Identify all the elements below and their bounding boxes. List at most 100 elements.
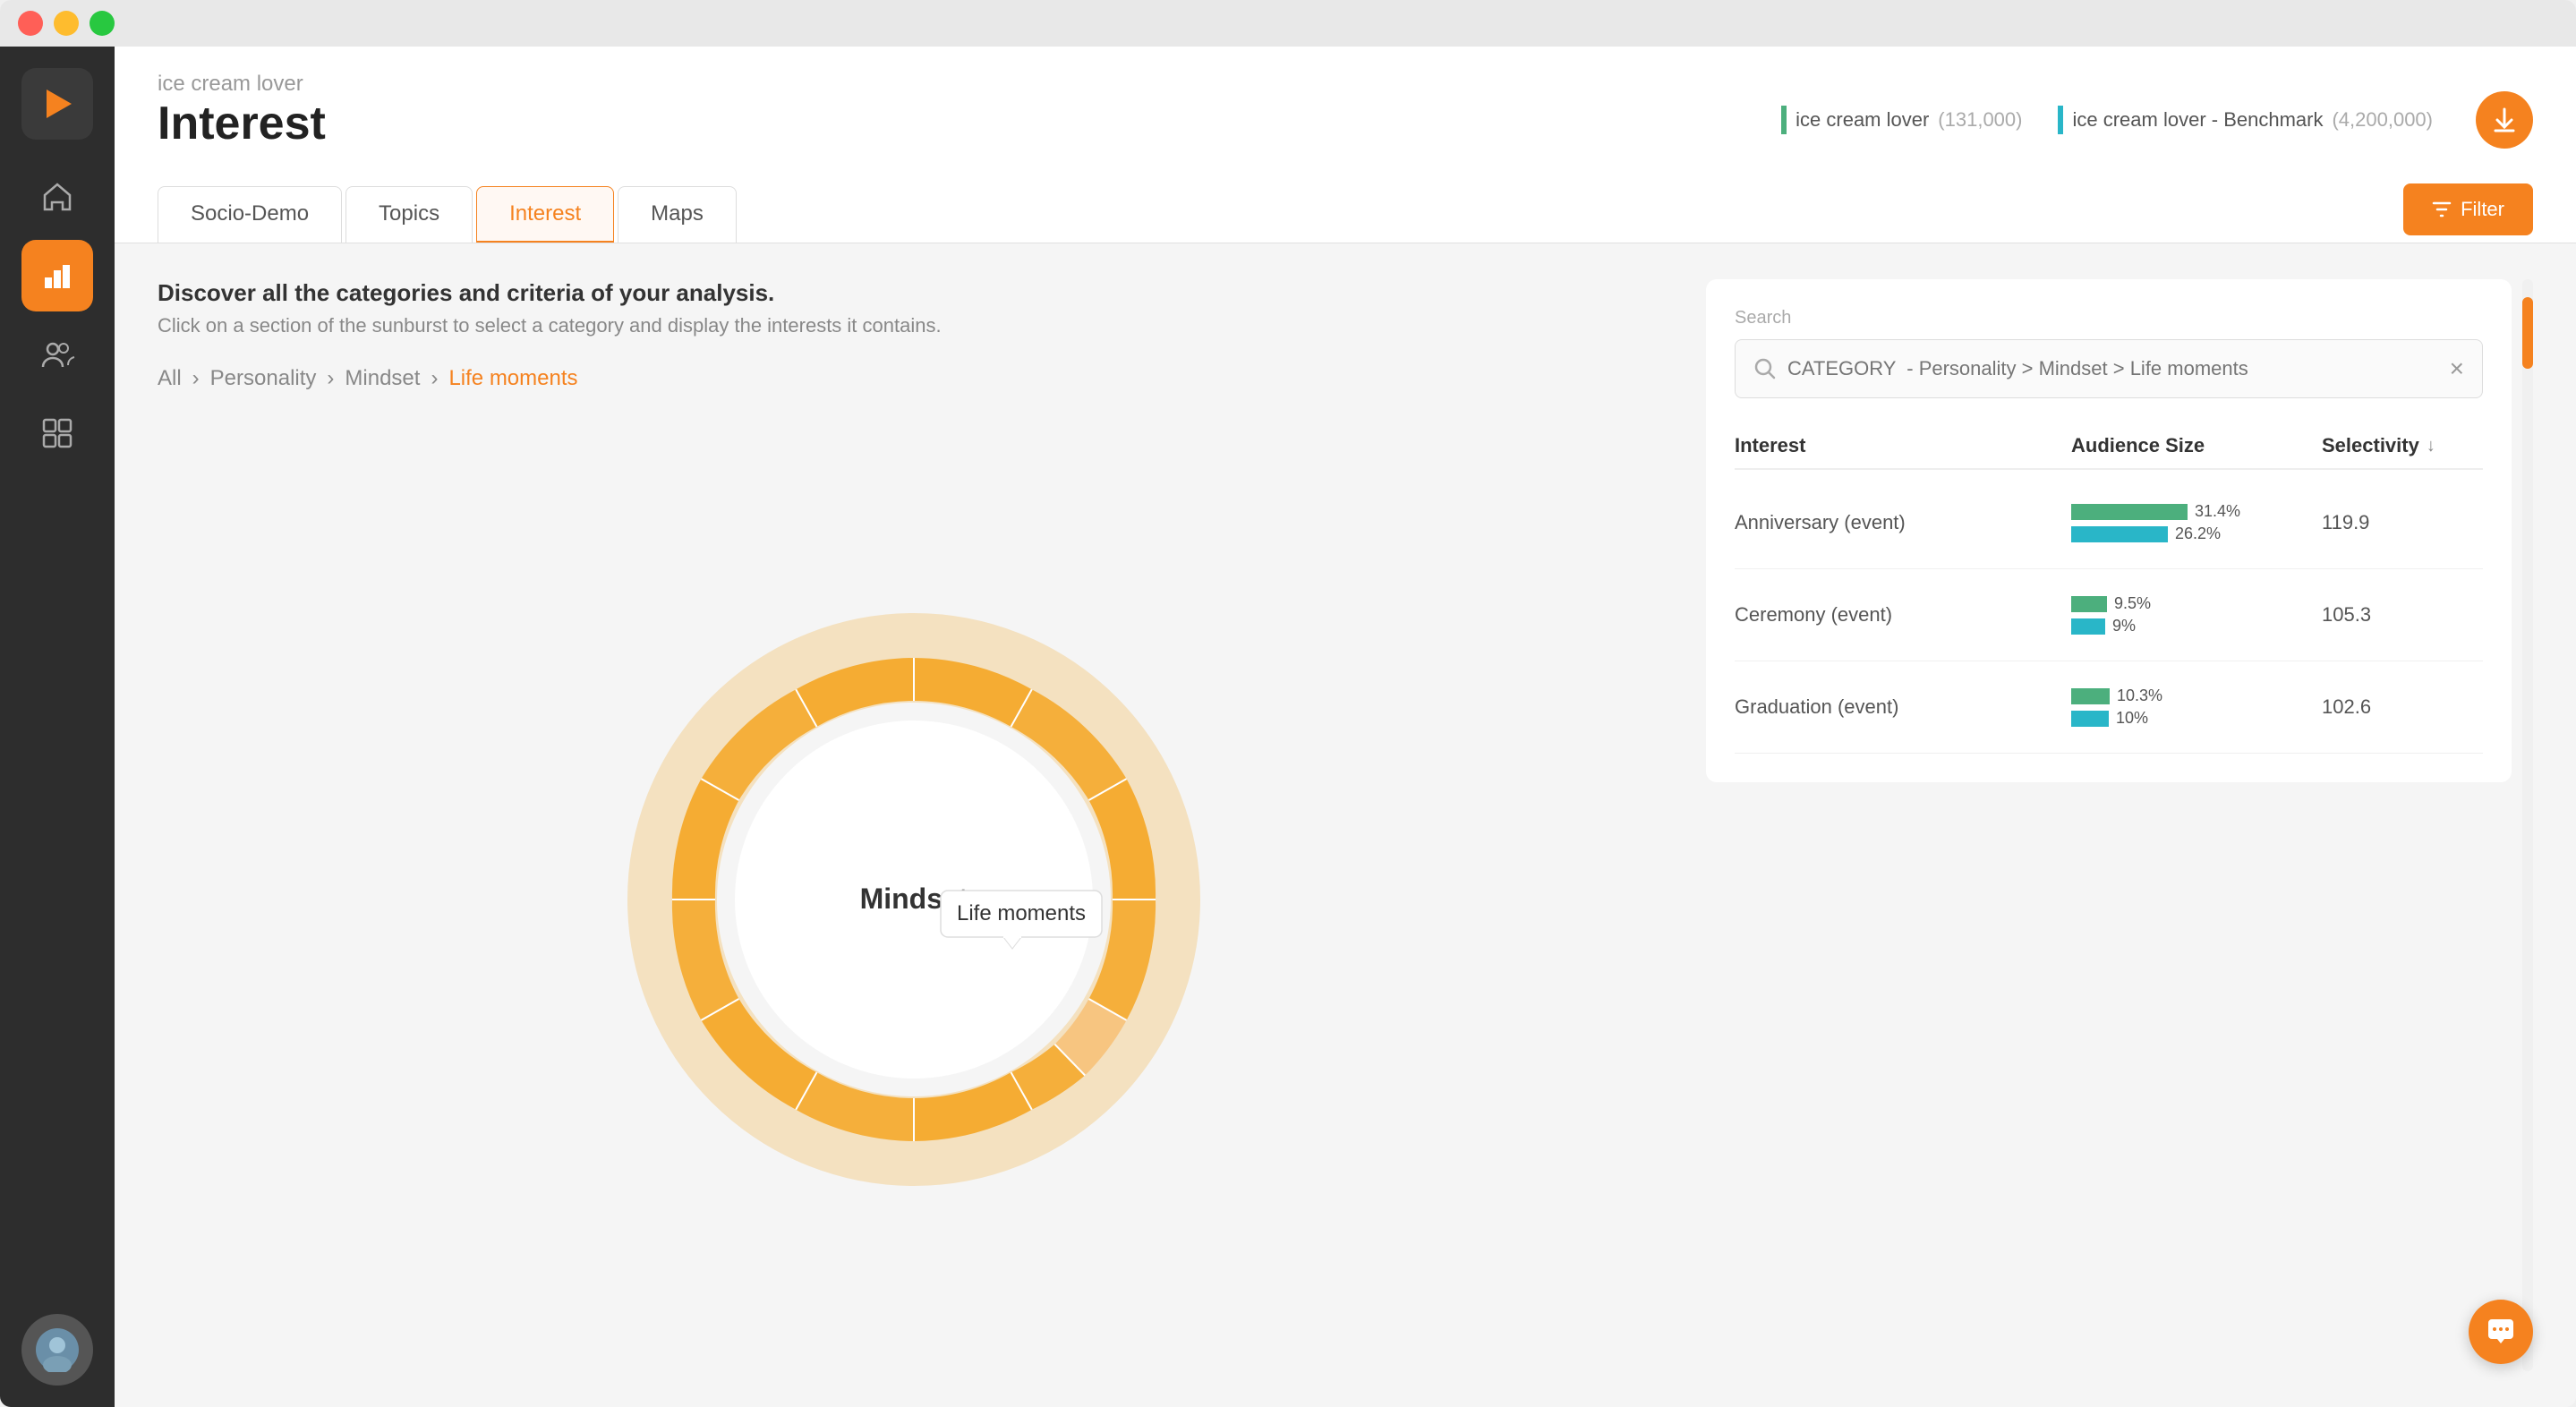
breadcrumb-nav: All › Personality › Mindset › Life momen… bbox=[158, 366, 1670, 391]
table-row: Ceremony (event) 9.5% 9% bbox=[1735, 569, 2483, 661]
bar-teal-1 bbox=[2071, 526, 2168, 542]
filter-label: Filter bbox=[2461, 198, 2504, 221]
row-2-interest: Ceremony (event) bbox=[1735, 603, 2071, 627]
table-header: Interest Audience Size Selectivity ↓ bbox=[1735, 423, 2483, 470]
audience-bars-2: 9.5% 9% bbox=[2071, 594, 2322, 635]
bar-wrapper-2-1: 9.5% bbox=[2071, 594, 2322, 613]
sidebar-item-layout[interactable] bbox=[21, 397, 93, 469]
legend: ice cream lover (131,000) ice cream love… bbox=[1781, 106, 2433, 134]
maximize-button[interactable] bbox=[90, 11, 115, 36]
header-right: ice cream lover (131,000) ice cream love… bbox=[1781, 91, 2533, 149]
col-header-interest: Interest bbox=[1735, 434, 2071, 457]
left-panel: Discover all the categories and criteria… bbox=[158, 279, 1670, 1371]
sidebar-item-analytics[interactable] bbox=[21, 240, 93, 311]
sidebar-item-users[interactable] bbox=[21, 319, 93, 390]
sidebar-item-home[interactable] bbox=[21, 161, 93, 233]
description-subtext: Click on a section of the sunburst to se… bbox=[158, 314, 1670, 337]
content-area: Discover all the categories and criteria… bbox=[115, 243, 2576, 1407]
legend-count-1: (131,000) bbox=[1938, 108, 2022, 132]
search-clear-button[interactable]: × bbox=[2450, 354, 2464, 383]
description-heading: Discover all the categories and criteria… bbox=[158, 279, 1670, 307]
table-row: Graduation (event) 10.3% 10% bbox=[1735, 661, 2483, 754]
layout-icon bbox=[39, 415, 75, 451]
tabs-row: Socio-Demo Topics Interest Maps Filter bbox=[158, 179, 2533, 243]
bar-wrapper-1-1: 31.4% bbox=[2071, 502, 2322, 521]
filter-button[interactable]: Filter bbox=[2403, 183, 2533, 235]
legend-bar-teal bbox=[2058, 106, 2063, 134]
breadcrumb: ice cream lover bbox=[158, 72, 326, 97]
right-panel: Search × Interest Audience Size bbox=[1706, 279, 2512, 782]
header-left: ice cream lover Interest bbox=[158, 72, 326, 168]
legend-label-1: ice cream lover bbox=[1796, 108, 1929, 132]
legend-count-2: (4,200,000) bbox=[2332, 108, 2433, 132]
breadcrumb-mindset[interactable]: Mindset bbox=[345, 366, 420, 391]
search-bar[interactable]: × bbox=[1735, 339, 2483, 398]
row-1-audience: 31.4% 26.2% bbox=[2071, 502, 2322, 543]
row-1-selectivity: 119.9 bbox=[2322, 511, 2483, 534]
sidebar-logo[interactable] bbox=[21, 68, 93, 140]
selectivity-val-1: 119.9 bbox=[2322, 511, 2369, 534]
breadcrumb-personality[interactable]: Personality bbox=[210, 366, 317, 391]
legend-label-2: ice cream lover - Benchmark bbox=[2072, 108, 2323, 132]
row-3-interest: Graduation (event) bbox=[1735, 695, 2071, 719]
selectivity-val-3: 102.6 bbox=[2322, 695, 2371, 719]
bar-green-3 bbox=[2071, 688, 2110, 704]
bar-label-3-1: 10.3% bbox=[2117, 686, 2162, 705]
page-title: Interest bbox=[158, 97, 326, 150]
sort-icon: ↓ bbox=[2427, 436, 2435, 456]
scrollbar-thumb[interactable] bbox=[2522, 297, 2533, 369]
search-label: Search bbox=[1735, 308, 2483, 328]
home-icon bbox=[39, 179, 75, 215]
results-table: Interest Audience Size Selectivity ↓ Ann… bbox=[1735, 423, 2483, 754]
bar-label-2-1: 9.5% bbox=[2114, 594, 2151, 613]
col-header-selectivity[interactable]: Selectivity ↓ bbox=[2322, 434, 2483, 457]
app-body: ice cream lover Interest ice cream lover… bbox=[0, 47, 2576, 1407]
users-icon bbox=[39, 337, 75, 372]
tab-socio-demo[interactable]: Socio-Demo bbox=[158, 186, 342, 243]
chat-icon bbox=[2485, 1316, 2517, 1348]
legend-item-1: ice cream lover (131,000) bbox=[1781, 106, 2022, 134]
chat-button[interactable] bbox=[2469, 1300, 2533, 1364]
audience-bars-1: 31.4% 26.2% bbox=[2071, 502, 2322, 543]
row-1-interest: Anniversary (event) bbox=[1735, 511, 2071, 534]
breadcrumb-arrow-3: › bbox=[431, 366, 438, 391]
breadcrumb-life-moments[interactable]: Life moments bbox=[448, 366, 577, 391]
bar-chart-icon bbox=[39, 258, 75, 294]
breadcrumb-all[interactable]: All bbox=[158, 366, 182, 391]
svg-text:Life moments: Life moments bbox=[957, 901, 1086, 925]
tab-maps[interactable]: Maps bbox=[618, 186, 737, 243]
bar-wrapper-2-2: 9% bbox=[2071, 617, 2322, 635]
bar-label-1-1: 31.4% bbox=[2195, 502, 2240, 521]
bar-wrapper-3-1: 10.3% bbox=[2071, 686, 2322, 705]
breadcrumb-arrow-1: › bbox=[192, 366, 200, 391]
minimize-button[interactable] bbox=[54, 11, 79, 36]
tabs: Socio-Demo Topics Interest Maps bbox=[158, 186, 737, 243]
download-icon bbox=[2490, 106, 2519, 134]
row-3-audience: 10.3% 10% bbox=[2071, 686, 2322, 728]
download-button[interactable] bbox=[2476, 91, 2533, 149]
audience-bars-3: 10.3% 10% bbox=[2071, 686, 2322, 728]
table-row: Anniversary (event) 31.4% 26. bbox=[1735, 477, 2483, 569]
selectivity-val-2: 105.3 bbox=[2322, 603, 2371, 627]
titlebar bbox=[0, 0, 2576, 47]
bar-teal-2 bbox=[2071, 618, 2105, 635]
avatar[interactable] bbox=[21, 1314, 93, 1386]
avatar-icon bbox=[35, 1327, 80, 1372]
bar-label-3-2: 10% bbox=[2116, 709, 2148, 728]
legend-bar-green bbox=[1781, 106, 1787, 134]
row-3-selectivity: 102.6 bbox=[2322, 695, 2483, 719]
close-button[interactable] bbox=[18, 11, 43, 36]
legend-item-2: ice cream lover - Benchmark (4,200,000) bbox=[2058, 106, 2433, 134]
row-2-audience: 9.5% 9% bbox=[2071, 594, 2322, 635]
bar-label-1-2: 26.2% bbox=[2175, 524, 2221, 543]
tab-interest[interactable]: Interest bbox=[476, 186, 614, 243]
tab-topics[interactable]: Topics bbox=[345, 186, 473, 243]
col-header-audience: Audience Size bbox=[2071, 434, 2322, 457]
scrollbar[interactable] bbox=[2519, 279, 2533, 1371]
breadcrumb-arrow-2: › bbox=[327, 366, 334, 391]
search-input[interactable] bbox=[1787, 357, 2439, 380]
bar-wrapper-1-2: 26.2% bbox=[2071, 524, 2322, 543]
sunburst-chart[interactable]: Mindset Life moments bbox=[158, 427, 1670, 1371]
scrollbar-track bbox=[2522, 279, 2533, 1371]
search-icon bbox=[1753, 357, 1777, 380]
